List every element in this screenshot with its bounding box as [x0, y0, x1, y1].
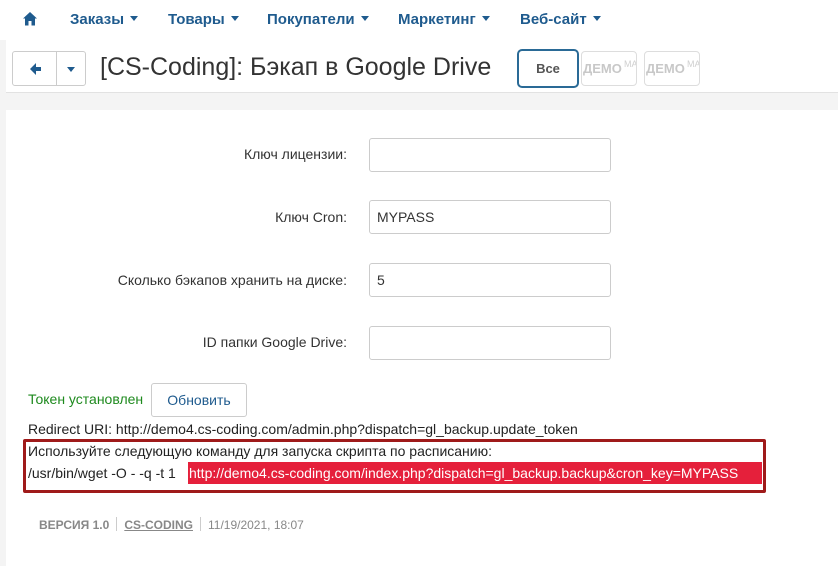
version-label: ВЕРСИЯ 1.0 [39, 518, 110, 532]
chevron-down-icon [67, 67, 75, 72]
page-title: [CS-Coding]: Бэкап в Google Drive [100, 53, 492, 81]
nav-products[interactable]: Товары [168, 11, 239, 28]
chevron-down-icon [130, 16, 139, 21]
license-key-label: Ключ лицензии: [243, 146, 347, 162]
demo-button-sub: MA [687, 59, 700, 69]
nav-marketing-label: Маркетинг [398, 11, 476, 28]
refresh-token-button[interactable]: Обновить [151, 383, 247, 417]
redirect-uri: Redirect URI: http://demo4.cs-coding.com… [28, 421, 578, 437]
chevron-down-icon [360, 16, 369, 21]
demo-button-label: ДЕМО [646, 61, 685, 76]
timestamp: 11/19/2021, 18:07 [207, 518, 304, 532]
cron-command: /usr/bin/wget -O - -q -t 1 [28, 465, 176, 481]
settings-panel: Ключ лицензии: Ключ Cron: Сколько бэкапо… [6, 110, 838, 566]
nav-website[interactable]: Веб-сайт [520, 11, 601, 28]
cron-key-label: Ключ Cron: [275, 209, 347, 225]
demo-button-sub: MA [624, 59, 637, 69]
backups-count-input[interactable] [369, 263, 611, 297]
license-key-input[interactable] [369, 138, 611, 172]
chevron-down-icon [230, 16, 239, 21]
vendor-link[interactable]: CS-CODING [124, 518, 193, 532]
cron-hint: Используйте следующую команду для запуск… [28, 443, 492, 459]
all-button[interactable]: Все [517, 49, 579, 88]
backups-count-label: Сколько бэкапов хранить на диске: [117, 272, 347, 288]
nav-orders-label: Заказы [70, 11, 125, 28]
nav-customers-label: Покупатели [267, 11, 355, 28]
back-button[interactable] [12, 51, 57, 86]
divider [116, 517, 118, 531]
token-status: Токен установлен [28, 391, 144, 407]
drive-folder-label: ID папки Google Drive: [202, 334, 347, 350]
demo-button-label: ДЕМО [583, 61, 622, 76]
nav-website-label: Веб-сайт [520, 11, 587, 28]
nav-orders[interactable]: Заказы [70, 11, 139, 28]
chevron-down-icon [481, 16, 490, 21]
demo-button[interactable]: ДЕМО MA [581, 51, 637, 86]
arrow-left-icon [30, 63, 41, 75]
divider [199, 517, 201, 531]
home-icon[interactable] [22, 11, 38, 27]
drive-folder-input[interactable] [369, 326, 611, 360]
cron-key-input[interactable] [369, 200, 611, 234]
footer: ВЕРСИЯ 1.0 CS-CODING 11/19/2021, 18:07 [39, 517, 304, 532]
cron-url[interactable]: http://demo4.cs-coding.com/index.php?dis… [188, 462, 762, 484]
nav-marketing[interactable]: Маркетинг [398, 11, 490, 28]
nav-products-label: Товары [168, 11, 225, 28]
top-navigation: Заказы Товары Покупатели Маркетинг Веб-с… [0, 0, 838, 40]
nav-customers[interactable]: Покупатели [267, 11, 369, 28]
chevron-down-icon [592, 16, 601, 21]
title-bar: [CS-Coding]: Бэкап в Google Drive Все ДЕ… [6, 40, 838, 93]
back-dropdown-button[interactable] [56, 51, 86, 86]
demo-button[interactable]: ДЕМО MA [644, 51, 700, 86]
